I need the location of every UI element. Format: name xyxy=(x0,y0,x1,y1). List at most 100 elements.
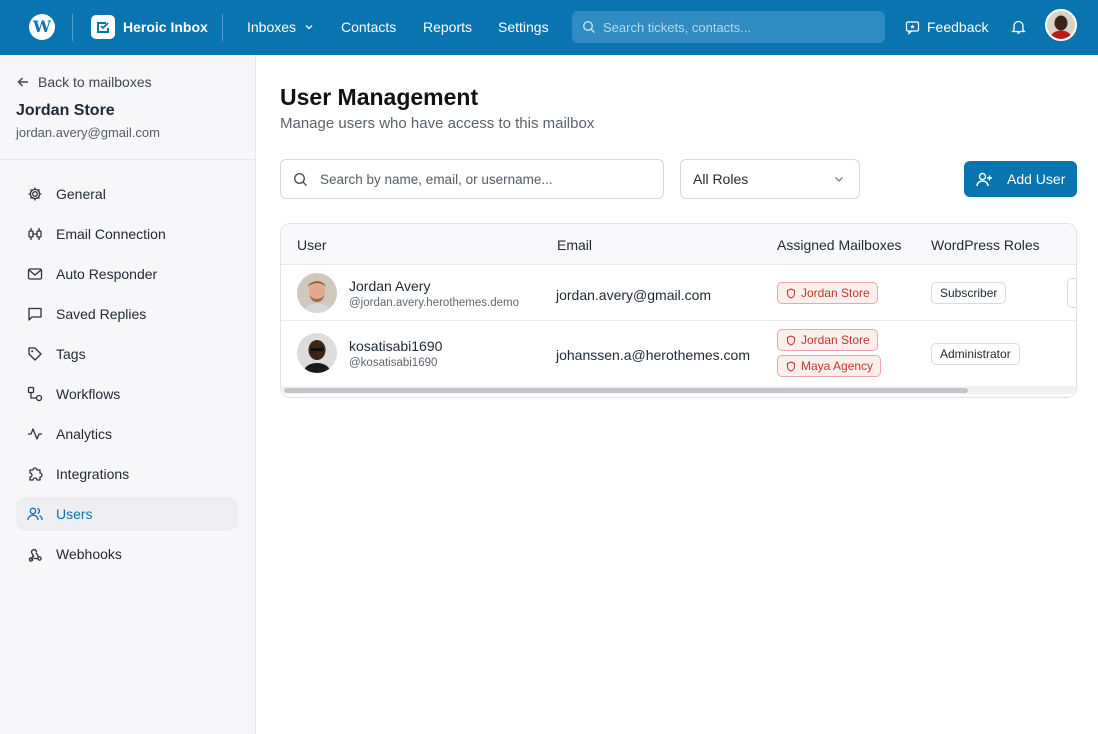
page-title: User Management xyxy=(280,84,479,110)
table-row[interactable]: kosatisabi1690 @kosatisabi1690 johanssen… xyxy=(281,321,1076,386)
users-icon xyxy=(27,507,43,521)
horizontal-scrollbar[interactable] xyxy=(281,386,1076,394)
sidebar-item-auto-responder[interactable]: Auto Responder xyxy=(16,257,238,291)
mailbox-badge-label: Maya Agency xyxy=(801,359,874,373)
user-search-input[interactable] xyxy=(320,171,640,187)
divider xyxy=(72,14,73,41)
sidebar-item-analytics[interactable]: Analytics xyxy=(16,417,238,451)
plug-icon xyxy=(28,228,42,240)
wordpress-logo[interactable]: W xyxy=(29,14,55,40)
user-handle: @kosatisabi1690 xyxy=(349,357,438,369)
sidebar-item-label: Saved Replies xyxy=(56,306,147,322)
sidebar-item-label: Tags xyxy=(56,346,86,362)
feedback-button[interactable]: Feedback xyxy=(905,19,988,35)
feedback-icon xyxy=(905,20,920,35)
role-badge: Administrator xyxy=(931,343,1020,365)
sidebar-item-saved-replies[interactable]: Saved Replies xyxy=(16,297,238,331)
sidebar-item-label: Workflows xyxy=(56,386,121,402)
avatar-image xyxy=(1047,11,1075,39)
add-user-label: Add User xyxy=(1007,171,1066,187)
shield-icon xyxy=(786,334,796,346)
brand-name: Heroic Inbox xyxy=(123,19,208,35)
chevron-down-icon xyxy=(305,25,313,30)
search-icon xyxy=(293,172,307,186)
back-label: Back to mailboxes xyxy=(38,74,152,90)
column-header-wordpress-roles[interactable]: WordPress Roles xyxy=(931,237,1040,253)
user-name: Jordan Avery xyxy=(349,278,431,294)
table-header: User Email Assigned Mailboxes WordPress … xyxy=(281,224,1076,265)
puzzle-icon xyxy=(29,467,43,481)
search-icon xyxy=(582,20,595,33)
user-handle: @jordan.avery.herothemes.demo xyxy=(349,297,519,309)
role-filter-select[interactable]: All Roles xyxy=(680,159,860,199)
sidebar-item-workflows[interactable]: Workflows xyxy=(16,377,238,411)
workflow-icon xyxy=(27,386,43,402)
user-search[interactable] xyxy=(280,159,664,199)
column-header-email[interactable]: Email xyxy=(557,237,592,253)
page-subtitle: Manage users who have access to this mai… xyxy=(280,115,595,132)
nav-contacts[interactable]: Contacts xyxy=(341,19,396,35)
tag-icon xyxy=(28,347,42,361)
sidebar-item-email-connection[interactable]: Email Connection xyxy=(16,217,238,251)
users-table: User Email Assigned Mailboxes WordPress … xyxy=(280,223,1077,398)
wordpress-logo-glyph: W xyxy=(33,17,51,36)
user-email: jordan.avery@gmail.com xyxy=(556,287,712,303)
table-row[interactable]: Jordan Avery @jordan.avery.herothemes.de… xyxy=(281,265,1076,321)
mailbox-email: jordan.avery@gmail.com xyxy=(16,125,160,140)
arrow-left-icon xyxy=(17,77,28,87)
notifications-button[interactable] xyxy=(1011,19,1026,40)
row-action-button[interactable] xyxy=(1067,278,1076,308)
sidebar-item-webhooks[interactable]: Webhooks xyxy=(16,537,238,571)
divider xyxy=(0,159,255,160)
divider xyxy=(222,14,223,41)
mailbox-badge-label: Jordan Store xyxy=(801,286,870,300)
sidebar-item-label: General xyxy=(56,186,106,202)
sidebar-item-label: Analytics xyxy=(56,426,113,442)
scrollbar-thumb[interactable] xyxy=(284,388,968,393)
gear-icon xyxy=(28,187,42,201)
add-user-button[interactable]: Add User xyxy=(964,161,1077,197)
sidebar-item-label: Webhooks xyxy=(56,546,122,562)
sidebar-item-users[interactable]: Users xyxy=(16,497,238,531)
brand[interactable]: Heroic Inbox xyxy=(91,15,208,39)
user-email: johanssen.a@herothemes.com xyxy=(556,347,750,363)
global-search-input[interactable] xyxy=(603,19,873,35)
inbox-logo-icon xyxy=(91,15,115,39)
chevron-down-icon xyxy=(835,177,843,182)
activity-icon xyxy=(28,428,42,440)
shield-icon xyxy=(786,287,796,299)
user-avatar[interactable] xyxy=(1045,9,1077,41)
nav-inboxes[interactable]: Inboxes xyxy=(247,19,314,35)
avatar xyxy=(297,333,337,373)
back-to-mailboxes-link[interactable]: Back to mailboxes xyxy=(16,74,152,90)
mailbox-name: Jordan Store xyxy=(16,102,115,119)
webhook-icon xyxy=(28,548,42,562)
avatar xyxy=(297,273,337,313)
mailbox-badge: Jordan Store xyxy=(777,329,878,351)
top-bar: W Heroic Inbox Inboxes Contacts Reports … xyxy=(0,0,1098,55)
message-icon xyxy=(28,307,42,321)
role-filter-value: All Roles xyxy=(693,171,749,187)
mailbox-badge: Maya Agency xyxy=(777,355,882,377)
mailbox-badge-label: Jordan Store xyxy=(801,333,870,347)
sidebar-item-tags[interactable]: Tags xyxy=(16,337,238,371)
shield-icon xyxy=(786,360,796,372)
sidebar-item-label: Auto Responder xyxy=(56,266,158,282)
user-plus-icon xyxy=(976,172,992,186)
nav-inboxes-label: Inboxes xyxy=(247,19,297,35)
bell-icon xyxy=(1011,20,1026,34)
column-header-assigned-mailboxes[interactable]: Assigned Mailboxes xyxy=(777,237,902,253)
nav-settings[interactable]: Settings xyxy=(498,19,549,35)
global-search[interactable] xyxy=(572,11,885,43)
role-badge: Subscriber xyxy=(931,282,1007,304)
sidebar-item-label: Integrations xyxy=(56,466,130,482)
sidebar-item-integrations[interactable]: Integrations xyxy=(16,457,238,491)
sidebar-item-label: Email Connection xyxy=(56,226,166,242)
settings-sidebar: Back to mailboxes Jordan Store jordan.av… xyxy=(0,55,256,734)
user-name: kosatisabi1690 xyxy=(349,338,443,354)
column-header-user[interactable]: User xyxy=(297,237,327,253)
sidebar-item-label: Users xyxy=(56,506,93,522)
mail-icon xyxy=(27,268,43,280)
nav-reports[interactable]: Reports xyxy=(423,19,472,35)
sidebar-item-general[interactable]: General xyxy=(16,177,238,211)
